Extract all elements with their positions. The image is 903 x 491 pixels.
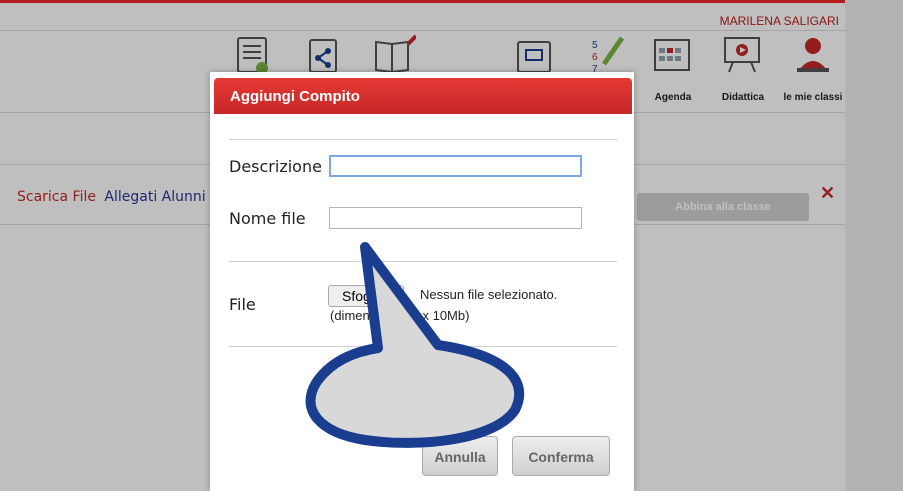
callout-annotation <box>305 242 525 448</box>
speech-bubble-shape <box>305 242 525 448</box>
